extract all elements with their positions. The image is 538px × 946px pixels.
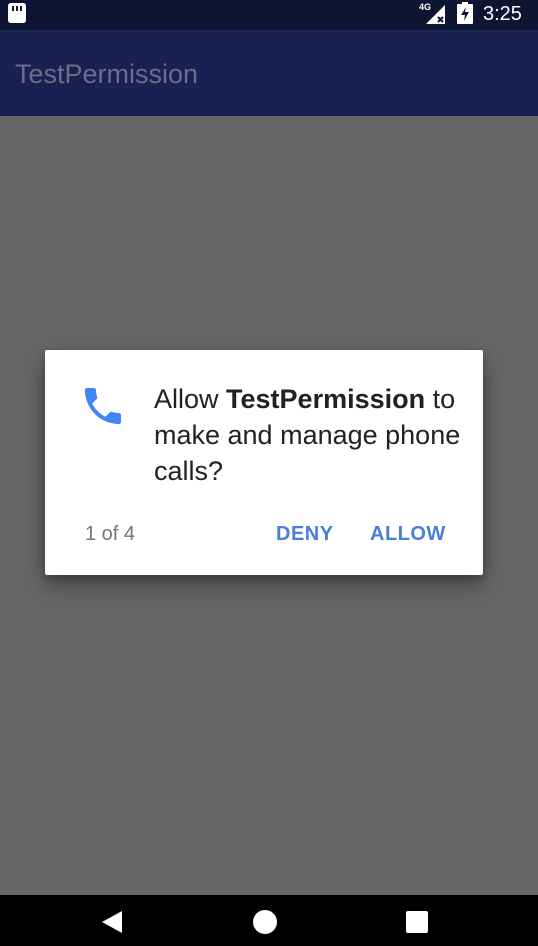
permission-counter: 1 of 4: [85, 523, 136, 545]
signal-icon: 4G: [419, 2, 445, 24]
recents-icon[interactable]: [403, 908, 431, 936]
message-app-name: TestPermission: [226, 384, 426, 414]
sd-card-icon: [8, 3, 26, 23]
allow-button[interactable]: ALLOW: [362, 515, 454, 553]
home-icon[interactable]: [251, 908, 279, 936]
permission-dialog: Allow TestPermission to make and manage …: [45, 350, 483, 575]
permission-message: Allow TestPermission to make and manage …: [154, 381, 474, 489]
back-icon[interactable]: [98, 908, 126, 936]
message-prefix: Allow: [154, 384, 227, 414]
app-title: TestPermission: [15, 59, 199, 89]
status-bar: 4G 3:25: [0, 0, 538, 30]
status-clock: 3:25: [483, 3, 522, 25]
network-type-label: 4G: [419, 2, 431, 12]
navigation-bar: [0, 895, 538, 946]
battery-charging-icon: [457, 2, 473, 24]
deny-button[interactable]: DENY: [268, 515, 342, 553]
phone-icon: [85, 388, 121, 424]
app-bar: TestPermission: [0, 30, 538, 116]
